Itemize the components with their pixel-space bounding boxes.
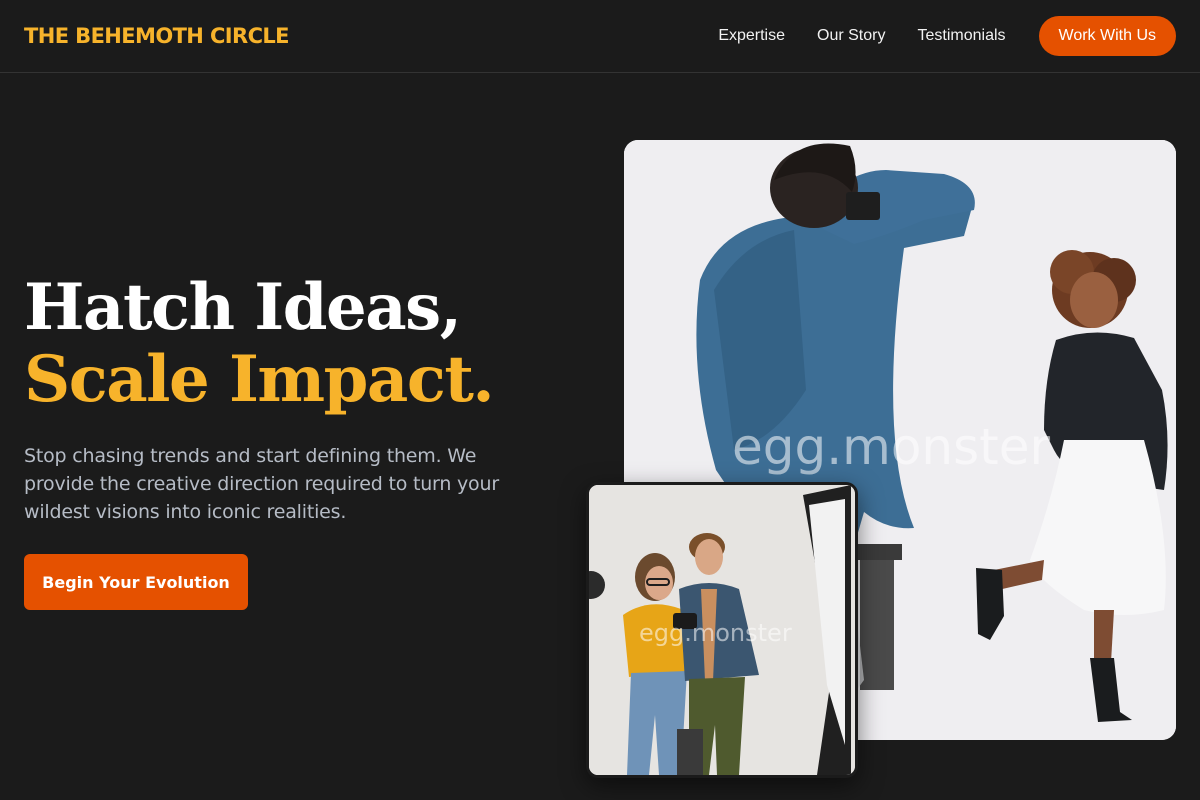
small-photo-watermark: egg.monster	[639, 619, 792, 647]
hero-text: Hatch Ideas, Scale Impact. Stop chasing …	[24, 272, 544, 526]
site-header: THE BEHEMOTH CIRCLE Expertise Our Story …	[0, 0, 1200, 73]
nav-link-testimonials[interactable]: Testimonials	[917, 27, 1005, 45]
hero-photo-small: egg.monster	[586, 482, 858, 778]
work-with-us-button[interactable]: Work With Us	[1038, 16, 1176, 56]
hero-headline: Hatch Ideas, Scale Impact.	[24, 272, 544, 416]
headline-line-1: Hatch Ideas,	[24, 270, 462, 345]
main-photo-watermark: egg.monster	[732, 418, 1051, 476]
hero-lead-paragraph: Stop chasing trends and start defining t…	[24, 445, 499, 523]
begin-evolution-button[interactable]: Begin Your Evolution	[24, 554, 248, 610]
nav-link-expertise[interactable]: Expertise	[718, 27, 785, 45]
main-nav: Expertise Our Story Testimonials Work Wi…	[718, 16, 1176, 56]
nav-link-our-story[interactable]: Our Story	[817, 27, 885, 45]
brand-logo[interactable]: THE BEHEMOTH CIRCLE	[24, 24, 290, 48]
headline-line-2: Scale Impact.	[24, 342, 495, 417]
